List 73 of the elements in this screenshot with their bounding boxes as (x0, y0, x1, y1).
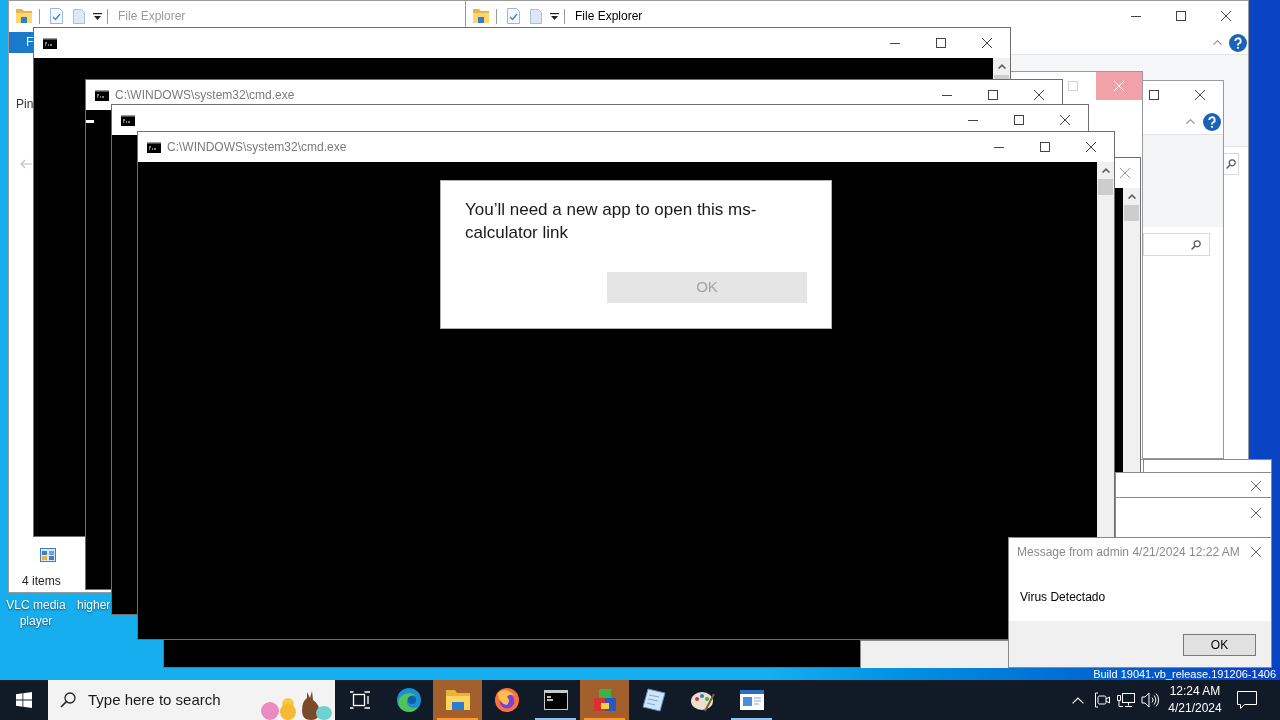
window-title: C:\WINDOWS\system32\cmd.exe (167, 139, 347, 155)
close-icon[interactable] (1251, 480, 1261, 491)
search-bar[interactable]: Type here to search (48, 680, 335, 720)
clock-date[interactable]: 4/21/2024 (1168, 700, 1222, 717)
page-icon (641, 688, 666, 712)
window-title: File Explorer (575, 8, 643, 24)
swirl-icon (396, 688, 421, 712)
maximize-icon[interactable] (1040, 142, 1050, 152)
camera-icon[interactable] (1094, 692, 1110, 708)
console-icon[interactable] (95, 89, 109, 101)
maximize-icon[interactable] (988, 90, 998, 100)
folder-icon[interactable] (16, 9, 32, 23)
close-icon[interactable] (1251, 508, 1261, 518)
search-icon[interactable] (1191, 239, 1201, 250)
search-field[interactable]: Type here to search (88, 688, 238, 712)
search-field[interactable] (1143, 233, 1210, 256)
search-icon[interactable] (1226, 159, 1236, 169)
scrollbar-thumb[interactable] (1124, 205, 1139, 221)
minimize-icon[interactable] (942, 94, 952, 96)
scrollbar-thumb[interactable] (1098, 179, 1113, 195)
ribbon-tab[interactable]: F (9, 32, 33, 53)
task-view-icon[interactable] (349, 691, 370, 709)
close-icon[interactable] (1220, 11, 1231, 21)
check-page-icon[interactable] (50, 8, 63, 24)
folder-icon (445, 690, 470, 710)
close-icon[interactable] (1251, 547, 1261, 557)
easter-eggs-icon (258, 690, 335, 720)
dropdown-caret-icon[interactable] (93, 12, 102, 20)
window-title: Message from admin 4/21/2024 12:22 AM (1017, 544, 1240, 560)
search-icon[interactable] (60, 692, 76, 708)
check-page-icon[interactable] (507, 8, 520, 24)
console-icon[interactable] (121, 114, 135, 126)
message-text: Virus Detectado (1020, 590, 1107, 604)
maximize-icon[interactable] (1175, 11, 1186, 21)
dropdown-caret-icon[interactable] (550, 12, 559, 20)
window-title: C:\WINDOWS\system32\cmd.exe (115, 87, 295, 103)
minimize-icon[interactable] (994, 146, 1004, 148)
close-icon (1114, 81, 1124, 91)
speaker-icon[interactable] (1141, 692, 1159, 708)
network-icon[interactable] (1117, 692, 1135, 708)
status-text: 4 items (22, 573, 61, 589)
close-icon[interactable] (982, 38, 992, 48)
close-icon[interactable] (1060, 115, 1070, 125)
caret-up-icon[interactable] (1127, 194, 1136, 199)
pane-label[interactable]: Pin (16, 97, 34, 111)
help-icon[interactable] (1229, 33, 1247, 52)
close-icon[interactable] (1034, 90, 1044, 100)
close-icon[interactable] (1195, 90, 1205, 100)
window-icon (739, 690, 764, 710)
maximize-icon[interactable] (1014, 115, 1024, 125)
ok-button[interactable]: OK (1183, 634, 1256, 656)
flame-globe-icon (494, 688, 519, 712)
window-title: File Explorer (118, 8, 186, 24)
thumbnail-view-icon[interactable] (40, 548, 56, 562)
start-icon[interactable] (16, 692, 32, 708)
blocks-icon (592, 688, 617, 712)
clock-time[interactable]: 12:24 AM (1169, 683, 1221, 700)
caret-up-icon[interactable] (1101, 168, 1110, 173)
maximize-icon[interactable] (936, 38, 946, 48)
minimize-icon[interactable] (890, 42, 900, 44)
minimize-icon[interactable] (1130, 15, 1141, 17)
dialog-message: You’ll need a new app to open this ms-calculator link (465, 199, 758, 244)
close-icon[interactable] (1086, 142, 1096, 152)
help-icon[interactable] (1203, 112, 1221, 131)
build-info-text: Build 19041.vb_release.191206-1406 (1093, 668, 1276, 680)
chat-bubble-icon[interactable] (1237, 691, 1257, 709)
console-icon[interactable] (43, 37, 57, 49)
console-icon[interactable] (147, 141, 161, 153)
minimize-icon[interactable] (968, 119, 978, 121)
terminal-icon (543, 690, 568, 710)
folder-icon[interactable] (473, 9, 489, 23)
caret-up-icon[interactable] (997, 64, 1006, 69)
maximize-icon[interactable] (1149, 90, 1159, 100)
